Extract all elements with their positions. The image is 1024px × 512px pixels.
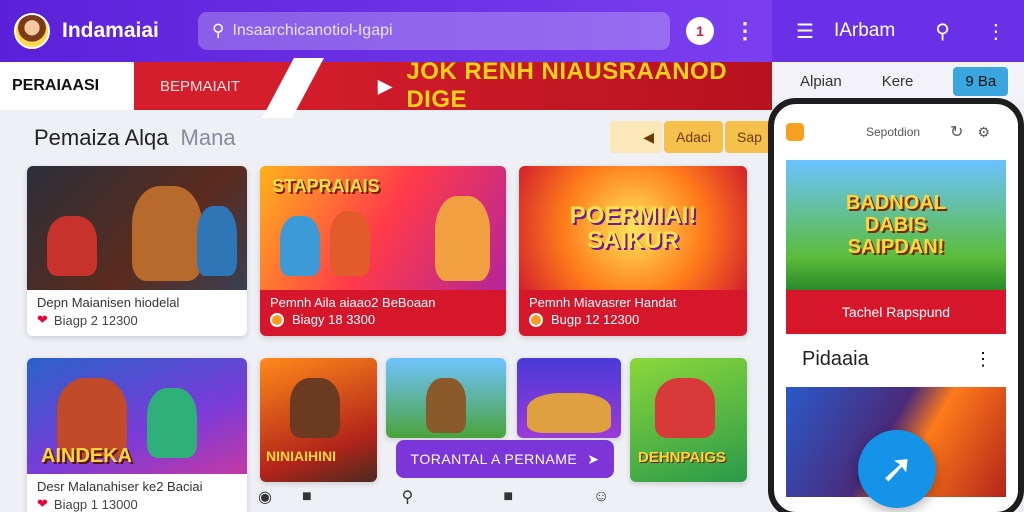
section-title: Pemaiza Alqa Mana xyxy=(34,125,236,151)
tab-kere[interactable]: Kere xyxy=(882,73,914,90)
phone-title: IArbam xyxy=(833,20,896,41)
send-icon: ➚ xyxy=(880,447,914,491)
game-card[interactable]: DEHNPAIGS xyxy=(630,358,747,482)
game-card[interactable] xyxy=(517,358,621,438)
user-avatar[interactable] xyxy=(14,13,50,49)
settings-icon[interactable]: ⚙ xyxy=(977,124,990,141)
more-menu-icon[interactable]: ⋮ xyxy=(734,18,756,44)
list-title: Pidaaia xyxy=(802,348,869,370)
game-card[interactable]: AINDEKA Desr Malanahiser ke2 Baciai ❤ Bia… xyxy=(27,358,247,512)
game-art: AINDEKA xyxy=(27,358,247,474)
game-art: POERMIAI! SAIKUR xyxy=(519,166,747,290)
banner-headline: JOK RENH NIAUSRAANOD DIGE xyxy=(406,58,728,113)
game-title: Desr Malanahiser ke2 Baciai xyxy=(37,479,203,494)
square-icon[interactable]: ■ xyxy=(503,488,513,506)
prev-arrow-icon[interactable]: ◀ xyxy=(610,121,662,153)
square-icon[interactable]: ■ xyxy=(302,488,312,506)
game-meta: Bugp 12 12300 xyxy=(519,312,747,327)
rating-dot xyxy=(270,312,284,327)
more-menu-icon[interactable]: ⋮ xyxy=(986,19,1006,44)
phone-tabs: Alpian Kere 9 Ba xyxy=(772,62,1024,100)
game-meta: ❤ Biagp 1 13000 xyxy=(37,496,138,512)
install-button[interactable]: TORANTAL A PERNAME ➤ xyxy=(396,440,614,478)
game-art xyxy=(386,358,506,438)
bottom-nav: ◉ ■ ⚲ ■ ☺ xyxy=(258,482,758,512)
more-menu-icon[interactable]: ⋮ xyxy=(974,349,992,370)
game-card[interactable]: Depn Maianisen hiodelal ❤ Biagp 2 12300 xyxy=(27,166,247,336)
list-header: Pidaaia ⋮ xyxy=(774,334,1018,371)
tab-ba[interactable]: 9 Ba xyxy=(953,66,1009,96)
section-subtitle: Mana xyxy=(180,125,236,150)
banner-tab-secondary[interactable]: BEPMAIAIT xyxy=(134,62,270,110)
menu-icon[interactable]: ☰ xyxy=(796,19,814,44)
search-bar[interactable]: ⚲ Insaarchicanotiol-Igapi xyxy=(198,12,670,50)
filter-pill-2[interactable]: Sap xyxy=(725,121,774,153)
filter-pills: ◀ Adaci Sap xyxy=(608,121,774,153)
section-title-text: Pemaiza Alqa xyxy=(34,125,169,150)
game-card[interactable]: STAPRAIAIS Pemnh Aila aiaao2 BeBoaan Bia… xyxy=(260,166,506,336)
promo-banner: PERAIAASI BEPMAIAIT ▶ JOK RENH NIAUSRAAN… xyxy=(0,58,772,118)
search-icon[interactable]: ⚲ xyxy=(402,487,414,507)
refresh-icon[interactable]: ↻ xyxy=(950,122,963,142)
banner-headline-area[interactable]: ▶ JOK RENH NIAUSRAANOD DIGE xyxy=(262,58,772,118)
notification-badge[interactable]: 1 xyxy=(686,17,714,45)
game-art: DEHNPAIGS xyxy=(630,358,747,482)
rating-dot xyxy=(529,312,543,327)
screen-header-text: Sepotdion xyxy=(866,125,921,139)
game-art xyxy=(517,358,621,438)
share-icon: ➤ xyxy=(587,450,600,467)
banner-divider xyxy=(262,58,324,118)
game-meta: ❤ Biagp 2 12300 xyxy=(37,312,138,328)
share-fab[interactable]: ➚ xyxy=(858,430,936,508)
tab-alpian[interactable]: Alpian xyxy=(800,73,842,90)
game-card[interactable]: NINIAIHINI xyxy=(260,358,377,482)
game-card[interactable] xyxy=(386,358,506,438)
filter-pill-1[interactable]: Adaci xyxy=(664,121,724,153)
game-art xyxy=(27,166,247,290)
banner-arrow-icon: ▶ xyxy=(378,75,393,96)
app-name: Indamaiai xyxy=(62,19,159,42)
phone-screen-header: Sepotdion ↻ ⚙ xyxy=(774,104,1018,160)
featured-game-art[interactable]: BADNOAL DABIS SAIPDAN! xyxy=(786,160,1006,290)
heart-icon: ❤ xyxy=(37,496,48,511)
game-title: Pemnh Aila aiaao2 BeBoaan xyxy=(270,295,436,310)
game-card[interactable]: POERMIAI! SAIKUR Pemnh Miavasrer Handat … xyxy=(519,166,747,336)
search-input[interactable]: Insaarchicanotiol-Igapi xyxy=(232,22,392,40)
game-title: Depn Maianisen hiodelal xyxy=(37,295,180,310)
heart-icon: ❤ xyxy=(37,312,48,327)
phone-app-bar: ☰ IArbam ⚲ ⋮ xyxy=(772,0,1024,62)
game-meta: Biagy 18 3300 xyxy=(260,312,506,327)
search-icon: ⚲ xyxy=(212,21,225,40)
game-title: Pemnh Miavasrer Handat xyxy=(529,295,677,310)
game-art: NINIAIHINI xyxy=(260,358,377,482)
home-icon[interactable]: ◉ xyxy=(258,487,272,507)
search-icon[interactable]: ⚲ xyxy=(935,19,950,44)
banner-tab-primary[interactable]: PERAIAASI xyxy=(0,62,134,110)
featured-game-button[interactable]: Tachel Rapspund xyxy=(786,290,1006,334)
game-art: STAPRAIAIS xyxy=(260,166,506,290)
smile-icon[interactable]: ☺ xyxy=(593,488,609,506)
logo-icon xyxy=(786,123,804,141)
top-app-bar: Indamaiai ⚲ Insaarchicanotiol-Igapi 1 ⋮ xyxy=(0,0,772,62)
